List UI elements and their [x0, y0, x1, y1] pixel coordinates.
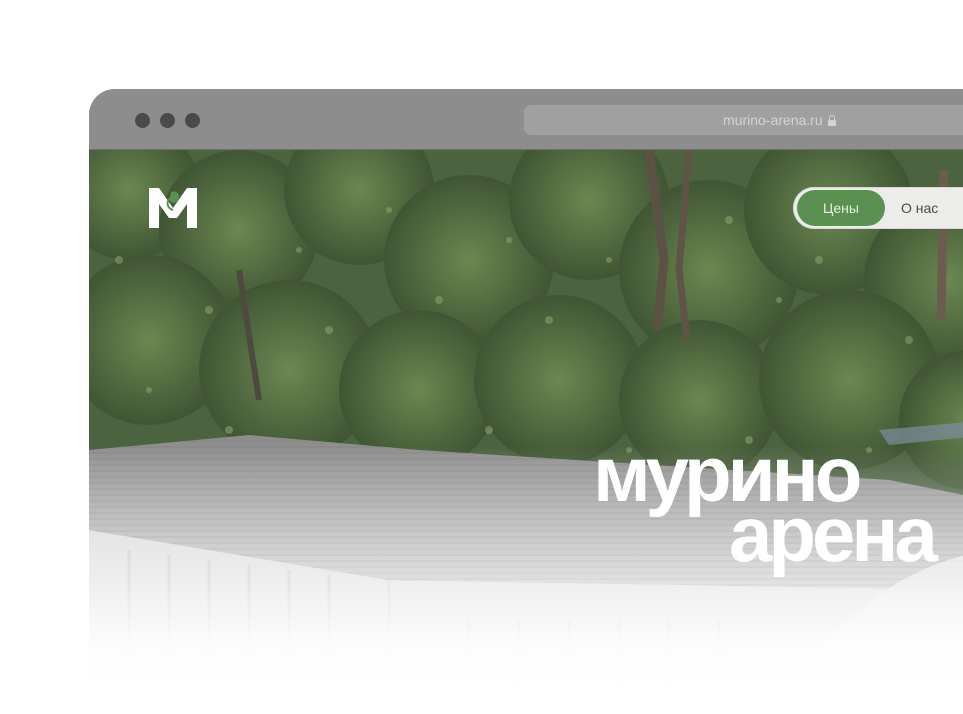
hero-fade-overlay — [89, 150, 963, 689]
nav-item-about[interactable]: О нас — [901, 190, 938, 226]
nav-item-prices[interactable]: Цены — [797, 190, 885, 226]
top-navigation: Цены О нас — [793, 187, 963, 229]
window-minimize-dot[interactable] — [160, 113, 175, 128]
browser-titlebar: murino-arena.ru — [89, 89, 963, 150]
window-maximize-dot[interactable] — [185, 113, 200, 128]
browser-window: murino-arena.ru Цены О нас мурино арена — [89, 89, 963, 689]
lock-icon — [827, 115, 836, 126]
hero-title-line-2: арена — [729, 490, 938, 578]
hero-section: Цены О нас мурино арена — [89, 150, 963, 689]
murino-arena-logo[interactable] — [147, 186, 199, 230]
window-close-dot[interactable] — [135, 113, 150, 128]
address-bar[interactable]: murino-arena.ru — [524, 105, 963, 135]
address-bar-url: murino-arena.ru — [723, 112, 823, 128]
